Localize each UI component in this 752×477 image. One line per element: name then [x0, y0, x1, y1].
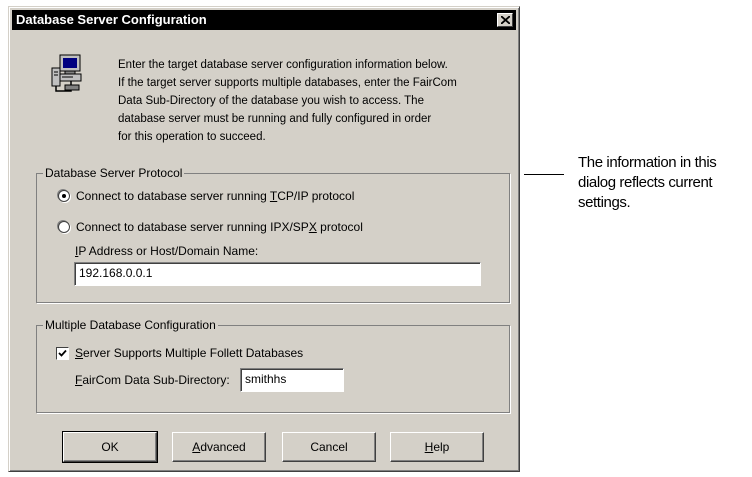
tcp-ip-label-after: CP/IP protocol	[277, 189, 355, 203]
supports-multiple-label: Server Supports Multiple Follett Databas…	[75, 346, 303, 360]
ipx-spx-label-mnemonic: X	[308, 220, 317, 234]
ipx-spx-radio-option[interactable]: Connect to database server running IPX/S…	[58, 220, 363, 234]
intro-text: Enter the target database server configu…	[118, 56, 513, 146]
supports-multiple-label-mnemonic: S	[75, 346, 84, 360]
dialog-title: Database Server Configuration	[16, 12, 207, 27]
ip-address-label: IP Address or Host/Domain Name:	[75, 244, 258, 258]
intro-line: Data Sub-Directory of the database you w…	[118, 95, 424, 107]
advanced-mnemonic: A	[192, 440, 201, 454]
title-bar[interactable]: Database Server Configuration	[12, 10, 516, 30]
callout-annotation: The information in this dialog reflects …	[578, 153, 752, 213]
help-mnemonic: H	[424, 440, 434, 454]
help-button[interactable]: Help	[390, 432, 484, 462]
subdir-label: FairCom Data Sub-Directory:	[75, 373, 230, 387]
close-icon	[500, 16, 510, 24]
supports-multiple-checkbox[interactable]	[56, 346, 69, 360]
ipx-spx-label-after: protocol	[316, 220, 363, 234]
database-server-configuration-dialog: Database Server Configuration Enter the …	[8, 6, 520, 472]
tcp-ip-radio-option[interactable]: Connect to database server running TCP/I…	[58, 189, 354, 203]
ip-address-label-after: P Address or Host/Domain Name:	[78, 244, 259, 258]
intro-line: for this operation to succeed.	[118, 131, 266, 143]
ok-button[interactable]: OK	[62, 431, 158, 463]
advanced-button[interactable]: Advanced	[172, 432, 266, 462]
computer-network-icon	[51, 54, 83, 94]
protocol-groupbox: Database Server Protocol Connect to data…	[36, 165, 510, 303]
callout-line-text: dialog reflects current	[578, 174, 713, 191]
protocol-group-title: Database Server Protocol	[43, 165, 185, 181]
cancel-button[interactable]: Cancel	[282, 432, 376, 462]
callout-line-text: The information in this	[578, 154, 717, 171]
tcp-ip-label-before: Connect to database server running	[76, 189, 270, 203]
ipx-spx-radio[interactable]	[58, 221, 70, 233]
advanced-label-after: dvanced	[200, 440, 246, 454]
callout-leader-line	[524, 174, 564, 175]
tcp-ip-label: Connect to database server running TCP/I…	[76, 189, 354, 203]
intro-line: database server must be running and full…	[118, 113, 432, 125]
intro-line: If the target server supports multiple d…	[118, 77, 457, 89]
subdir-input[interactable]: smithhs	[240, 368, 344, 392]
intro-line: Enter the target database server configu…	[118, 59, 448, 71]
multi-db-groupbox: Multiple Database Configuration Server S…	[36, 317, 510, 413]
help-label-after: elp	[433, 440, 450, 454]
close-button[interactable]	[497, 13, 513, 27]
supports-multiple-checkbox-option[interactable]: Server Supports Multiple Follett Databas…	[56, 346, 303, 360]
subdir-label-after: airCom Data Sub-Directory:	[82, 373, 230, 387]
callout-line-text: settings.	[578, 194, 631, 211]
ipx-spx-label-before: Connect to database server running IPX/S…	[76, 220, 309, 234]
ipx-spx-label: Connect to database server running IPX/S…	[76, 220, 363, 234]
ip-address-input[interactable]: 192.168.0.0.1	[74, 262, 481, 286]
checkmark-icon	[58, 349, 67, 357]
tcp-ip-radio[interactable]	[58, 190, 70, 202]
supports-multiple-label-after: erver Supports Multiple Follett Database…	[83, 346, 304, 360]
multi-db-group-title: Multiple Database Configuration	[43, 317, 218, 333]
